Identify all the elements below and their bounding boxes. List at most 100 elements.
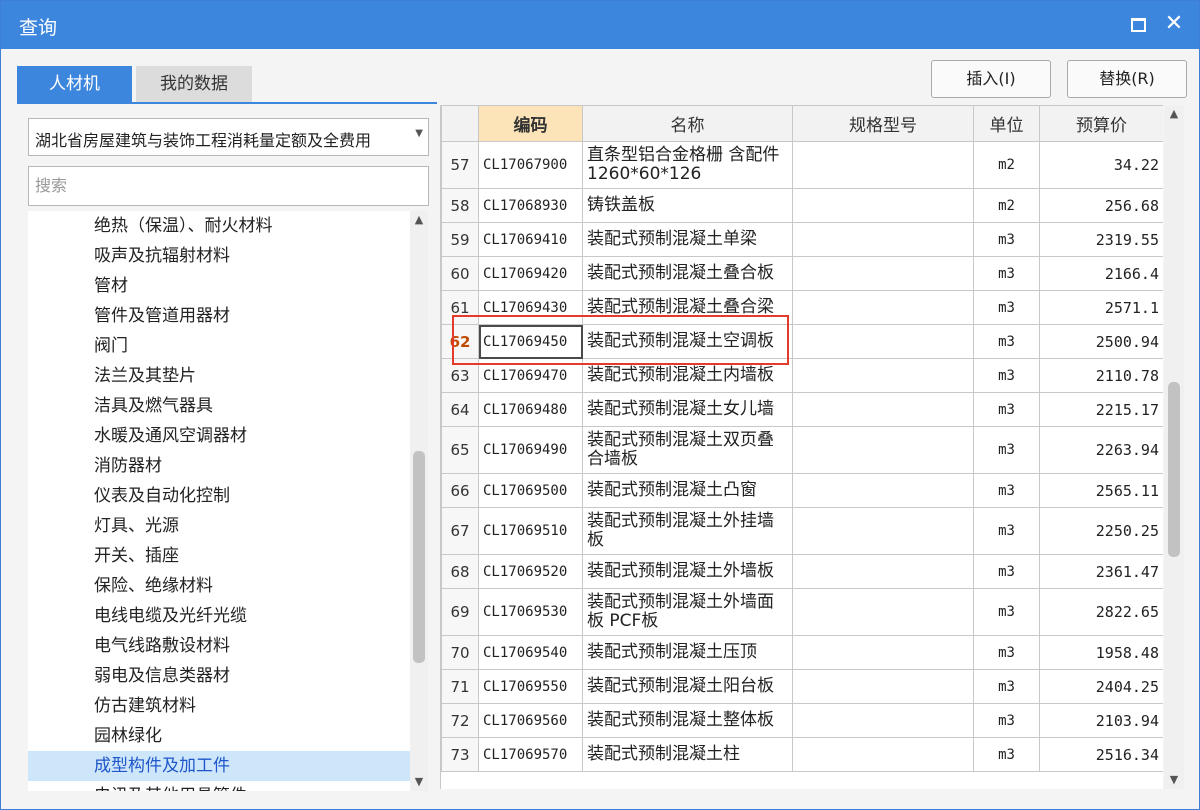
scroll-up-icon[interactable]: ▲	[1164, 105, 1184, 123]
code-cell[interactable]: CL17069490	[478, 426, 583, 474]
name-cell[interactable]: 直条型铝合金格栅 含配件 1260*60*126	[582, 141, 793, 189]
code-cell[interactable]: CL17067900	[478, 141, 583, 189]
price-cell[interactable]: 2516.34	[1039, 737, 1163, 772]
scroll-down-icon[interactable]: ▼	[410, 773, 428, 791]
code-cell[interactable]: CL17069430	[478, 290, 583, 325]
code-cell[interactable]: CL17069520	[478, 554, 583, 589]
row-number[interactable]: 66	[441, 473, 479, 508]
maximize-icon[interactable]	[1125, 11, 1151, 37]
spec-cell[interactable]	[792, 188, 974, 223]
row-number[interactable]: 65	[441, 426, 479, 474]
row-number[interactable]: 60	[441, 256, 479, 291]
spec-cell[interactable]	[792, 324, 974, 359]
table-row[interactable]: 63 CL17069470 装配式预制混凝土内墙板 m3 2110.78	[441, 358, 1163, 393]
tree-item[interactable]: 消防器材	[28, 451, 410, 481]
tree-item[interactable]: 保险、绝缘材料	[28, 571, 410, 601]
unit-cell[interactable]: m3	[973, 588, 1040, 636]
code-cell[interactable]: CL17069530	[478, 588, 583, 636]
price-cell[interactable]: 34.22	[1039, 141, 1163, 189]
unit-cell[interactable]: m3	[973, 507, 1040, 555]
spec-cell[interactable]	[792, 507, 974, 555]
unit-cell[interactable]: m3	[973, 392, 1040, 427]
spec-cell[interactable]	[792, 737, 974, 772]
grid-scrollbar[interactable]: ▲ ▼	[1164, 105, 1184, 789]
price-cell[interactable]: 1958.48	[1039, 635, 1163, 670]
unit-cell[interactable]: m3	[973, 635, 1040, 670]
code-cell[interactable]: CL17069550	[478, 669, 583, 704]
search-input[interactable]	[29, 167, 421, 203]
unit-cell[interactable]: m3	[973, 426, 1040, 474]
row-number[interactable]: 71	[441, 669, 479, 704]
tree-item[interactable]: 开关、插座	[28, 541, 410, 571]
insert-button[interactable]: 插入(I)	[931, 60, 1051, 98]
row-number[interactable]: 61	[441, 290, 479, 325]
tree-item[interactable]: 电讯及其他用具管件	[28, 781, 410, 791]
tree-item[interactable]: 管材	[28, 271, 410, 301]
name-cell[interactable]: 装配式预制混凝土内墙板	[582, 358, 793, 393]
price-cell[interactable]: 256.68	[1039, 188, 1163, 223]
price-cell[interactable]: 2166.4	[1039, 256, 1163, 291]
row-number[interactable]: 59	[441, 222, 479, 257]
table-row[interactable]: 60 CL17069420 装配式预制混凝土叠合板 m3 2166.4	[441, 256, 1163, 291]
unit-cell[interactable]: m2	[973, 188, 1040, 223]
code-cell[interactable]: CL17069450	[478, 324, 583, 359]
unit-cell[interactable]: m3	[973, 324, 1040, 359]
code-cell[interactable]: CL17069570	[478, 737, 583, 772]
code-cell[interactable]: CL17069470	[478, 358, 583, 393]
chevron-down-icon[interactable]: ▼	[415, 128, 423, 139]
header-unit[interactable]: 单位	[973, 105, 1040, 142]
price-cell[interactable]: 2822.65	[1039, 588, 1163, 636]
spec-cell[interactable]	[792, 588, 974, 636]
table-row[interactable]: 61 CL17069430 装配式预制混凝土叠合梁 m3 2571.1	[441, 290, 1163, 325]
table-row[interactable]: 72 CL17069560 装配式预制混凝土整体板 m3 2103.94	[441, 703, 1163, 738]
spec-cell[interactable]	[792, 222, 974, 257]
name-cell[interactable]: 装配式预制混凝土阳台板	[582, 669, 793, 704]
row-number[interactable]: 70	[441, 635, 479, 670]
row-number[interactable]: 63	[441, 358, 479, 393]
unit-cell[interactable]: m3	[973, 358, 1040, 393]
code-cell[interactable]: CL17069420	[478, 256, 583, 291]
tree-item[interactable]: 绝热（保温）、耐火材料	[28, 211, 410, 241]
spec-cell[interactable]	[792, 554, 974, 589]
name-cell[interactable]: 装配式预制混凝土整体板	[582, 703, 793, 738]
row-number[interactable]: 73	[441, 737, 479, 772]
price-cell[interactable]: 2103.94	[1039, 703, 1163, 738]
tree-item[interactable]: 园林绿化	[28, 721, 410, 751]
table-row[interactable]: 66 CL17069500 装配式预制混凝土凸窗 m3 2565.11	[441, 473, 1163, 508]
tree-item[interactable]: 法兰及其垫片	[28, 361, 410, 391]
name-cell[interactable]: 装配式预制混凝土空调板	[582, 324, 793, 359]
tab-my-data[interactable]: 我的数据	[136, 66, 252, 102]
tree-item[interactable]: 弱电及信息类器材	[28, 661, 410, 691]
spec-cell[interactable]	[792, 635, 974, 670]
row-number[interactable]: 62	[441, 324, 479, 359]
table-row[interactable]: 68 CL17069520 装配式预制混凝土外墙板 m3 2361.47	[441, 554, 1163, 589]
tree-item[interactable]: 洁具及燃气器具	[28, 391, 410, 421]
table-row[interactable]: 64 CL17069480 装配式预制混凝土女儿墙 m3 2215.17	[441, 392, 1163, 427]
search-field[interactable]	[28, 166, 429, 206]
unit-cell[interactable]: m3	[973, 554, 1040, 589]
price-cell[interactable]: 2215.17	[1039, 392, 1163, 427]
tree-item[interactable]: 管件及管道用器材	[28, 301, 410, 331]
name-cell[interactable]: 装配式预制混凝土单梁	[582, 222, 793, 257]
tree-scrollbar[interactable]: ▲ ▼	[410, 211, 428, 791]
unit-cell[interactable]: m3	[973, 256, 1040, 291]
spec-cell[interactable]	[792, 256, 974, 291]
code-cell[interactable]: CL17069410	[478, 222, 583, 257]
close-icon[interactable]: ✕	[1161, 11, 1187, 37]
tree-item[interactable]: 吸声及抗辐射材料	[28, 241, 410, 271]
name-cell[interactable]: 装配式预制混凝土双页叠合墙板	[582, 426, 793, 474]
price-cell[interactable]: 2500.94	[1039, 324, 1163, 359]
name-cell[interactable]: 装配式预制混凝土外挂墙板	[582, 507, 793, 555]
spec-cell[interactable]	[792, 669, 974, 704]
scroll-up-icon[interactable]: ▲	[410, 211, 428, 229]
grid-scroll-thumb[interactable]	[1168, 382, 1180, 557]
code-cell[interactable]: CL17069540	[478, 635, 583, 670]
price-cell[interactable]: 2404.25	[1039, 669, 1163, 704]
row-number[interactable]: 69	[441, 588, 479, 636]
tree-item[interactable]: 电气线路敷设材料	[28, 631, 410, 661]
code-cell[interactable]: CL17068930	[478, 188, 583, 223]
header-name[interactable]: 名称	[582, 105, 793, 142]
name-cell[interactable]: 装配式预制混凝土凸窗	[582, 473, 793, 508]
unit-cell[interactable]: m3	[973, 737, 1040, 772]
price-cell[interactable]: 2110.78	[1039, 358, 1163, 393]
